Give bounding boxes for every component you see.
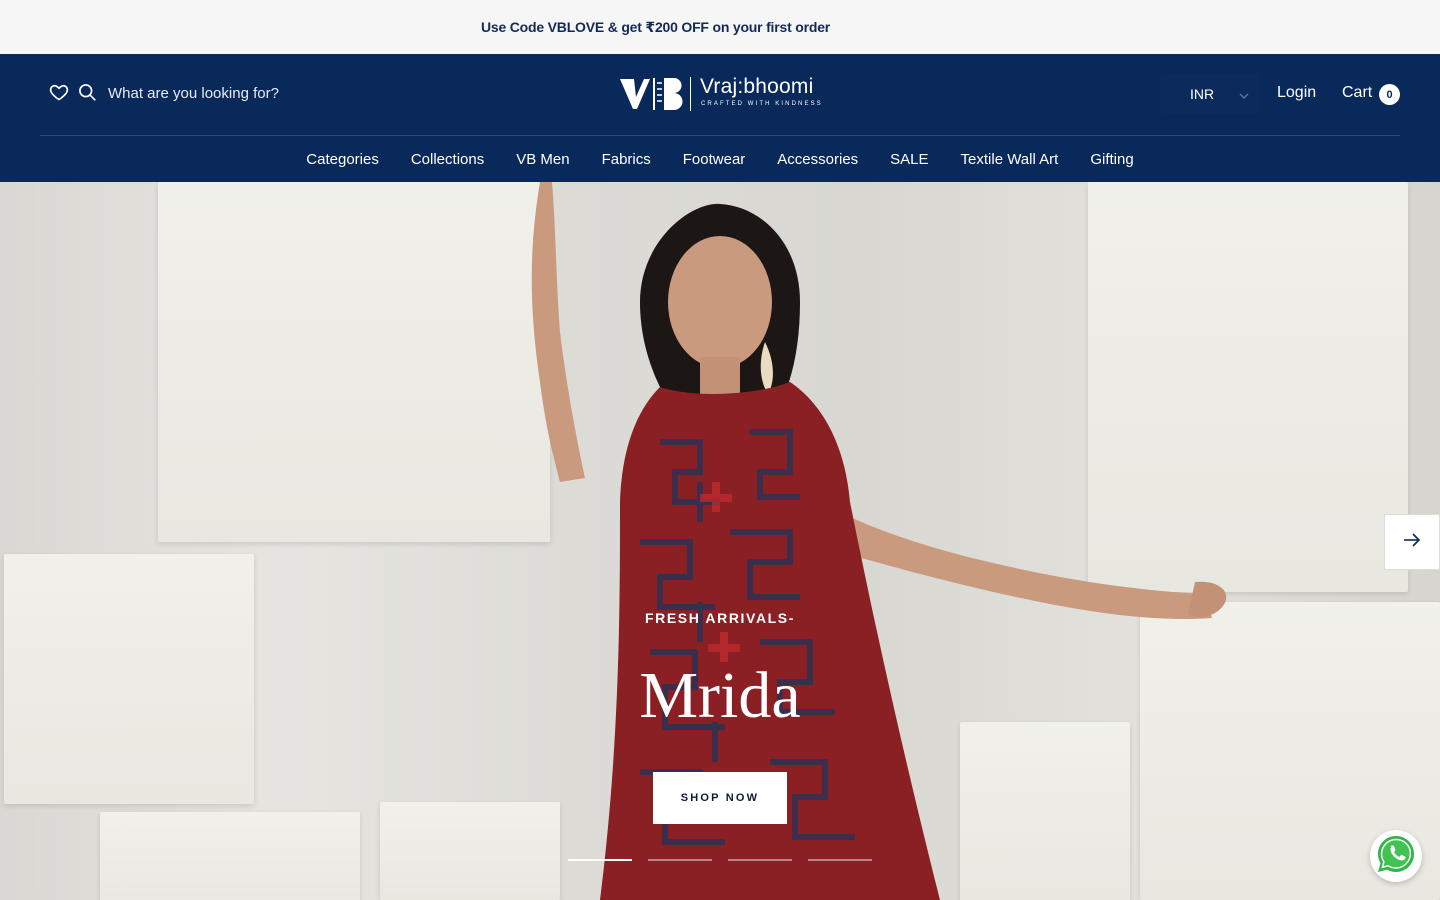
nav-item-accessories[interactable]: Accessories [777,151,858,168]
slide-dot[interactable] [808,859,872,861]
nav-item-gifting[interactable]: Gifting [1090,151,1133,168]
hero-title: Mrida [639,659,801,732]
nav-item-footwear[interactable]: Footwear [683,151,746,168]
header-top: Vraj:bhoomi CRAFTED WITH KINDNESS INR Lo… [0,54,1440,135]
next-slide-button[interactable] [1384,514,1440,570]
chevron-down-icon [1238,88,1250,100]
cart-link[interactable]: Cart [1342,84,1372,102]
logo-wordmark: Vraj:bhoomi [700,75,814,98]
logo-divider [690,77,691,111]
slide-dot[interactable] [728,859,792,861]
currency-label: INR [1190,86,1215,102]
logo-mark-icon [620,78,683,110]
hero-slideshow: FRESH ARRIVALS- Mrida SHOP NOW [0,182,1440,900]
slide-indicators [568,859,872,861]
main-nav: Categories Collections VB Men Fabrics Fo… [0,136,1440,182]
nav-item-collections[interactable]: Collections [411,151,484,168]
site-header: Vraj:bhoomi CRAFTED WITH KINDNESS INR Lo… [0,54,1440,182]
hero-content: FRESH ARRIVALS- Mrida SHOP NOW [0,182,1440,900]
announcement-bar: Use Code VBLOVE & get ₹200 OFF on your f… [0,0,1440,54]
nav-item-sale[interactable]: SALE [890,151,928,168]
nav-item-vb-men[interactable]: VB Men [516,151,569,168]
whatsapp-icon [1373,831,1419,882]
hero-eyebrow: FRESH ARRIVALS- [645,610,795,626]
search-icon[interactable] [77,82,97,102]
logo-tagline: CRAFTED WITH KINDNESS [701,101,823,107]
shop-now-button[interactable]: SHOP NOW [653,772,787,824]
login-link[interactable]: Login [1277,84,1316,102]
cart-count-badge: 0 [1379,84,1400,105]
heart-icon[interactable] [49,82,69,102]
announcement-text: Use Code VBLOVE & get ₹200 OFF on your f… [481,18,831,35]
slide-dot[interactable] [568,859,632,861]
whatsapp-chat-button[interactable] [1370,830,1422,882]
slide-dot[interactable] [648,859,712,861]
brand-logo[interactable]: Vraj:bhoomi CRAFTED WITH KINDNESS [620,75,823,115]
nav-item-categories[interactable]: Categories [306,151,379,168]
nav-item-textile-wall-art[interactable]: Textile Wall Art [961,151,1059,168]
search-input[interactable] [108,80,408,106]
arrow-right-icon [1403,532,1421,552]
nav-item-fabrics[interactable]: Fabrics [602,151,651,168]
